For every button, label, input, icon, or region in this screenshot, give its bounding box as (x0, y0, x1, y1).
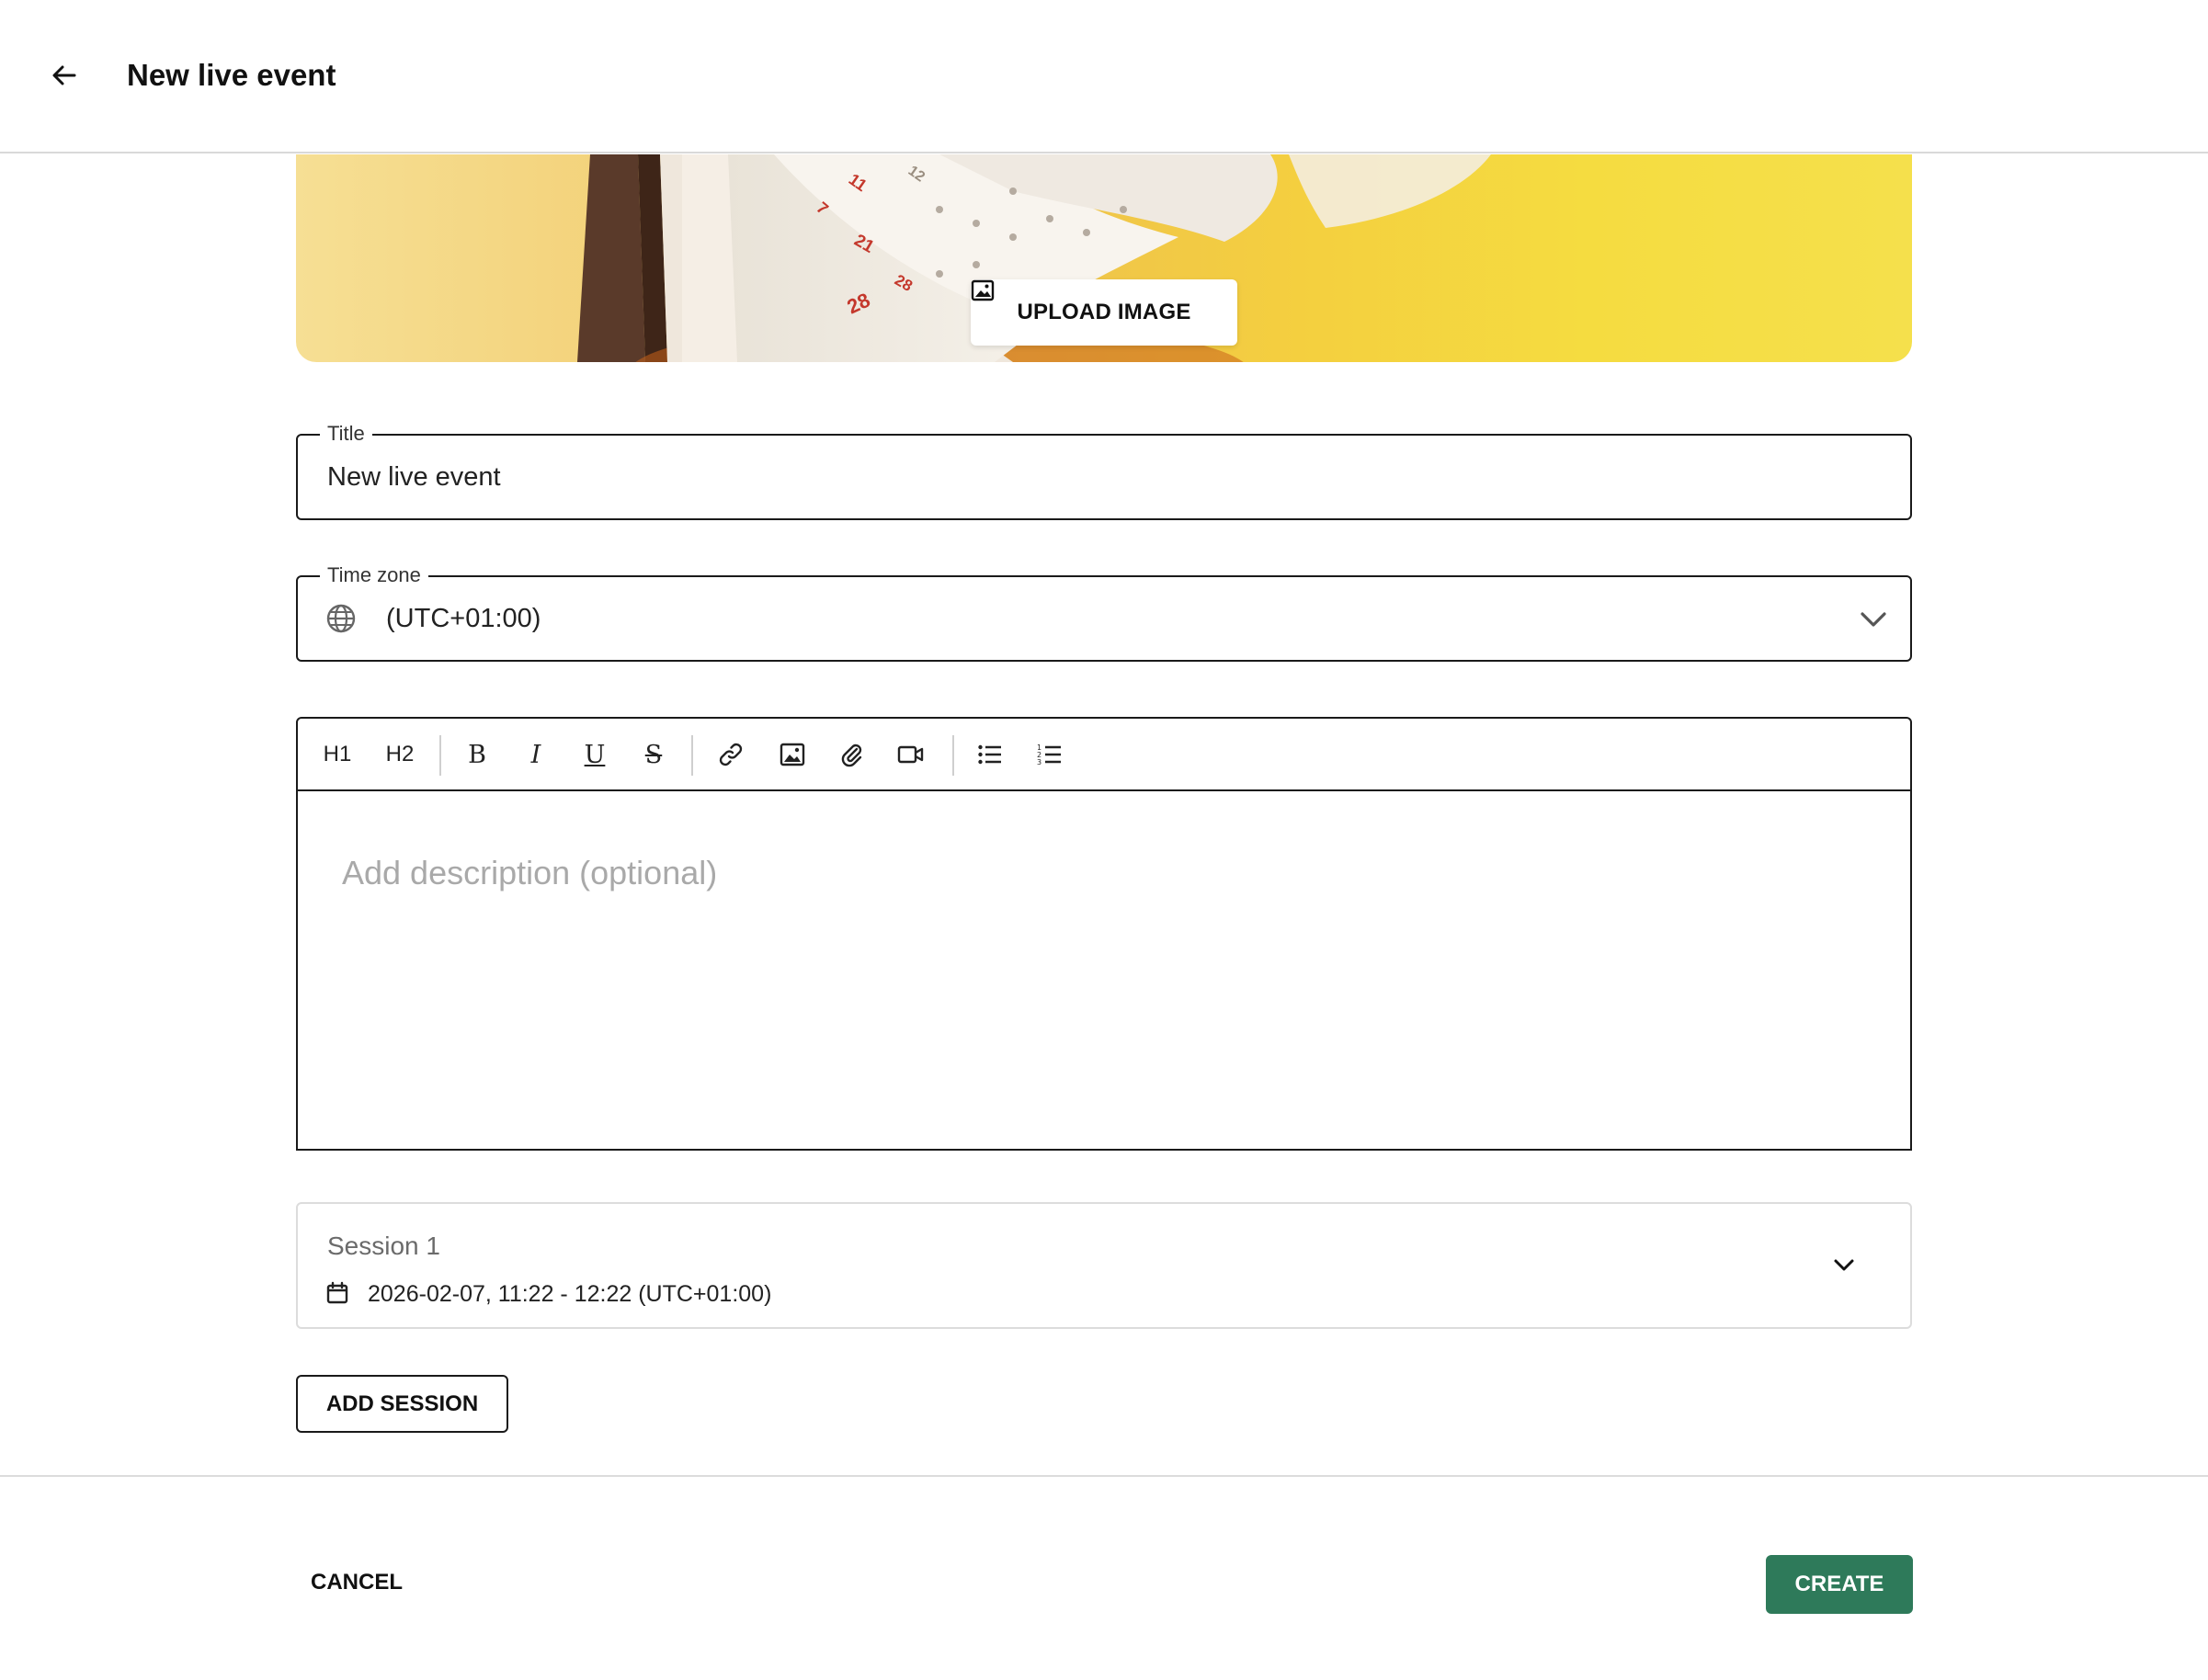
globe-icon (326, 604, 356, 633)
session-title: Session 1 (327, 1232, 440, 1260)
toolbar-divider (439, 735, 441, 776)
upload-image-button[interactable]: UPLOAD IMAGE (971, 279, 1237, 346)
numbered-list-button[interactable]: 1 2 3 (1029, 733, 1071, 776)
image-icon (780, 743, 805, 766)
calendar-icon (326, 1281, 348, 1304)
title-input[interactable]: New live event (327, 460, 501, 494)
svg-text:3: 3 (1037, 758, 1041, 766)
add-session-button[interactable]: ADD SESSION (296, 1375, 508, 1433)
title-field[interactable]: Title New live event (296, 421, 1912, 520)
chevron-down-icon (1861, 612, 1886, 627)
link-icon (719, 743, 743, 766)
upload-image-label: UPLOAD IMAGE (1017, 300, 1191, 324)
description-input[interactable]: Add description (optional) (342, 853, 717, 893)
arrow-left-icon (52, 65, 76, 85)
insert-image-button[interactable] (771, 733, 814, 776)
numbered-list-icon: 1 2 3 (1037, 744, 1061, 766)
toolbar-divider (691, 735, 693, 776)
insert-video-button[interactable] (890, 733, 932, 776)
attachment-button[interactable] (831, 733, 873, 776)
heading-2-button[interactable]: H2 (379, 733, 421, 776)
link-button[interactable] (710, 733, 752, 776)
editor-toolbar: H1 H2 B I U S 1 2 3 (298, 719, 1910, 791)
heading-1-button[interactable]: H1 (316, 733, 359, 776)
video-icon (897, 745, 924, 764)
timezone-field-label: Time zone (320, 562, 428, 588)
session-datetime: 2026-02-07, 11:22 - 12:22 (UTC+01:00) (368, 1281, 772, 1307)
chevron-down-icon[interactable] (1831, 1252, 1857, 1277)
italic-button[interactable]: I (515, 733, 557, 776)
back-button[interactable] (40, 48, 88, 103)
create-button[interactable]: CREATE (1766, 1555, 1913, 1614)
toolbar-divider (952, 735, 954, 776)
underline-button[interactable]: U (574, 733, 616, 776)
strikethrough-button[interactable]: S (632, 733, 675, 776)
title-field-label: Title (320, 421, 372, 447)
top-bar: New live event (0, 0, 2208, 153)
paperclip-icon (841, 744, 862, 767)
session-card[interactable]: Session 1 2026-02-07, 11:22 - 12:22 (UTC… (296, 1202, 1912, 1329)
cancel-button[interactable]: CANCEL (311, 1561, 403, 1605)
footer-divider (0, 1475, 2208, 1477)
timezone-value: (UTC+01:00) (386, 604, 541, 633)
timezone-select[interactable]: Time zone (UTC+01:00) (296, 562, 1912, 662)
page-title: New live event (127, 58, 336, 92)
bullet-list-icon (978, 744, 1001, 765)
bold-button[interactable]: B (456, 733, 498, 776)
bullet-list-button[interactable] (969, 733, 1011, 776)
image-icon (971, 279, 995, 301)
event-cover-image: 11 12 21 28 28 7 UPLOAD IMAGE (296, 154, 1912, 362)
description-editor: H1 H2 B I U S 1 2 3 Add description (opt… (296, 717, 1912, 1151)
